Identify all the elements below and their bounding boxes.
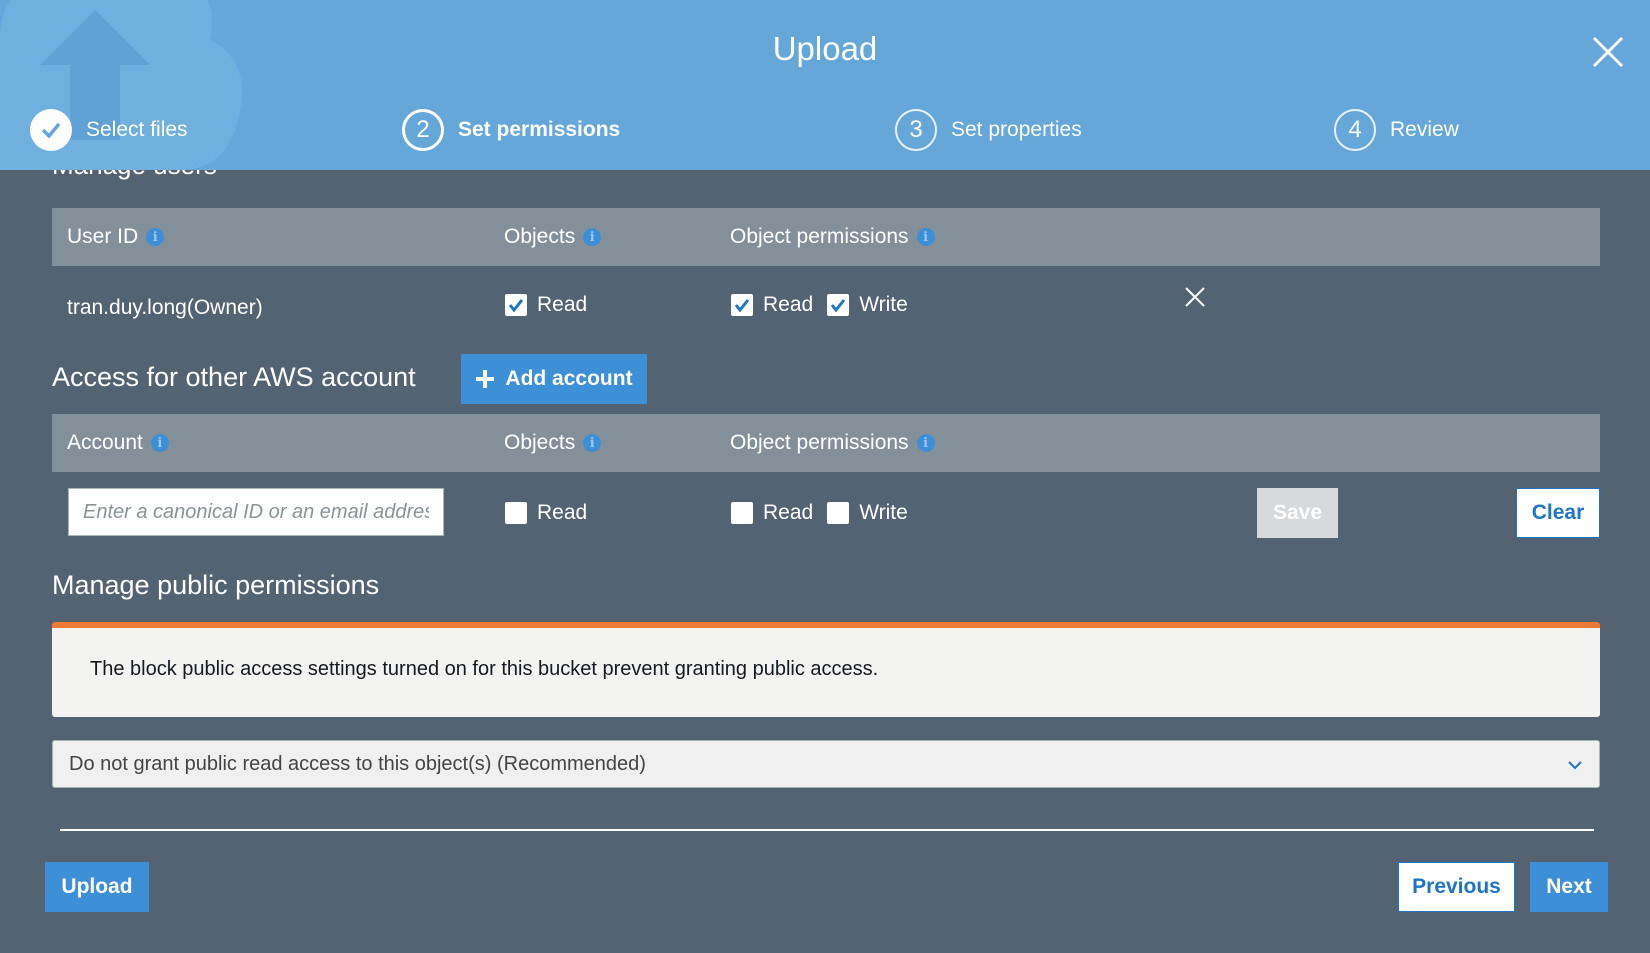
remove-icon[interactable] bbox=[1182, 284, 1208, 310]
col-objects: Objects i bbox=[504, 208, 602, 266]
close-icon[interactable] bbox=[1586, 30, 1630, 74]
modal-title: Upload bbox=[772, 30, 878, 67]
block-public-access-alert: The block public access settings turned … bbox=[52, 622, 1600, 717]
select-value: Do not grant public read access to this … bbox=[69, 753, 646, 775]
modal-content: Manage users User ID i Objects i Object … bbox=[0, 170, 1650, 953]
modal-header: Upload Select files 2 Set permissions 3 … bbox=[0, 0, 1650, 170]
info-icon[interactable]: i bbox=[150, 434, 169, 452]
alert-text: The block public access settings turned … bbox=[90, 658, 879, 680]
other-account-heading: Access for other AWS account bbox=[52, 362, 416, 392]
info-icon[interactable]: i bbox=[146, 228, 165, 246]
step-set-permissions[interactable]: 2 Set permissions bbox=[402, 108, 620, 152]
chevron-down-icon bbox=[1568, 761, 1582, 770]
perm-read-checkbox[interactable] bbox=[731, 294, 753, 316]
upload-button[interactable]: Upload bbox=[45, 862, 149, 912]
step-number: 3 bbox=[895, 109, 937, 151]
plus-icon bbox=[476, 370, 495, 388]
perm-read-checkbox[interactable] bbox=[731, 502, 753, 524]
objects-read-checkbox[interactable] bbox=[505, 294, 527, 316]
objects-read-checkbox[interactable] bbox=[505, 502, 527, 524]
perm-write-checkbox[interactable] bbox=[827, 294, 850, 316]
info-icon[interactable]: i bbox=[583, 228, 602, 246]
manage-users-heading: Manage users bbox=[52, 170, 217, 181]
info-icon[interactable]: i bbox=[916, 228, 935, 246]
step-set-properties[interactable]: 3 Set properties bbox=[895, 108, 1082, 152]
owner-objects-read: Read bbox=[505, 285, 601, 325]
account-objects-read: Read bbox=[505, 493, 601, 533]
divider bbox=[60, 829, 1594, 831]
info-icon[interactable]: i bbox=[916, 434, 935, 452]
step-label: Review bbox=[1390, 118, 1459, 141]
account-id-input[interactable] bbox=[68, 488, 444, 536]
col-account: Account i bbox=[67, 414, 169, 472]
next-button[interactable]: Next bbox=[1530, 862, 1608, 912]
col-object-permissions: Object permissions i bbox=[730, 208, 935, 266]
perm-write-checkbox[interactable] bbox=[827, 502, 850, 524]
info-icon[interactable]: i bbox=[583, 434, 602, 452]
owner-user-id: tran.duy.long(Owner) bbox=[67, 296, 263, 319]
col-objects: Objects i bbox=[504, 414, 602, 472]
step-label: Select files bbox=[86, 118, 188, 141]
clear-button[interactable]: Clear bbox=[1516, 488, 1600, 538]
step-select-files[interactable]: Select files bbox=[30, 108, 188, 152]
previous-button[interactable]: Previous bbox=[1398, 862, 1515, 912]
public-access-select[interactable]: Do not grant public read access to this … bbox=[52, 740, 1600, 788]
step-number: 4 bbox=[1334, 109, 1376, 151]
step-label: Set permissions bbox=[458, 118, 621, 141]
step-review[interactable]: 4 Review bbox=[1334, 108, 1459, 152]
check-icon bbox=[30, 109, 72, 151]
step-number: 2 bbox=[402, 109, 444, 151]
public-permissions-heading: Manage public permissions bbox=[52, 570, 380, 600]
col-user-id: User ID i bbox=[67, 208, 165, 266]
add-account-button[interactable]: Add account bbox=[461, 354, 647, 404]
account-object-permissions: Read Write bbox=[731, 493, 922, 533]
users-table-header: User ID i Objects i Object permissions i bbox=[52, 208, 1600, 266]
accounts-table-header: Account i Objects i Object permissions i bbox=[52, 414, 1600, 472]
step-label: Set properties bbox=[951, 118, 1082, 141]
col-object-permissions: Object permissions i bbox=[730, 414, 935, 472]
owner-object-permissions: Read Write bbox=[731, 285, 922, 325]
upload-modal: Upload Select files 2 Set permissions 3 … bbox=[0, 0, 1650, 953]
save-button[interactable]: Save bbox=[1257, 488, 1338, 538]
